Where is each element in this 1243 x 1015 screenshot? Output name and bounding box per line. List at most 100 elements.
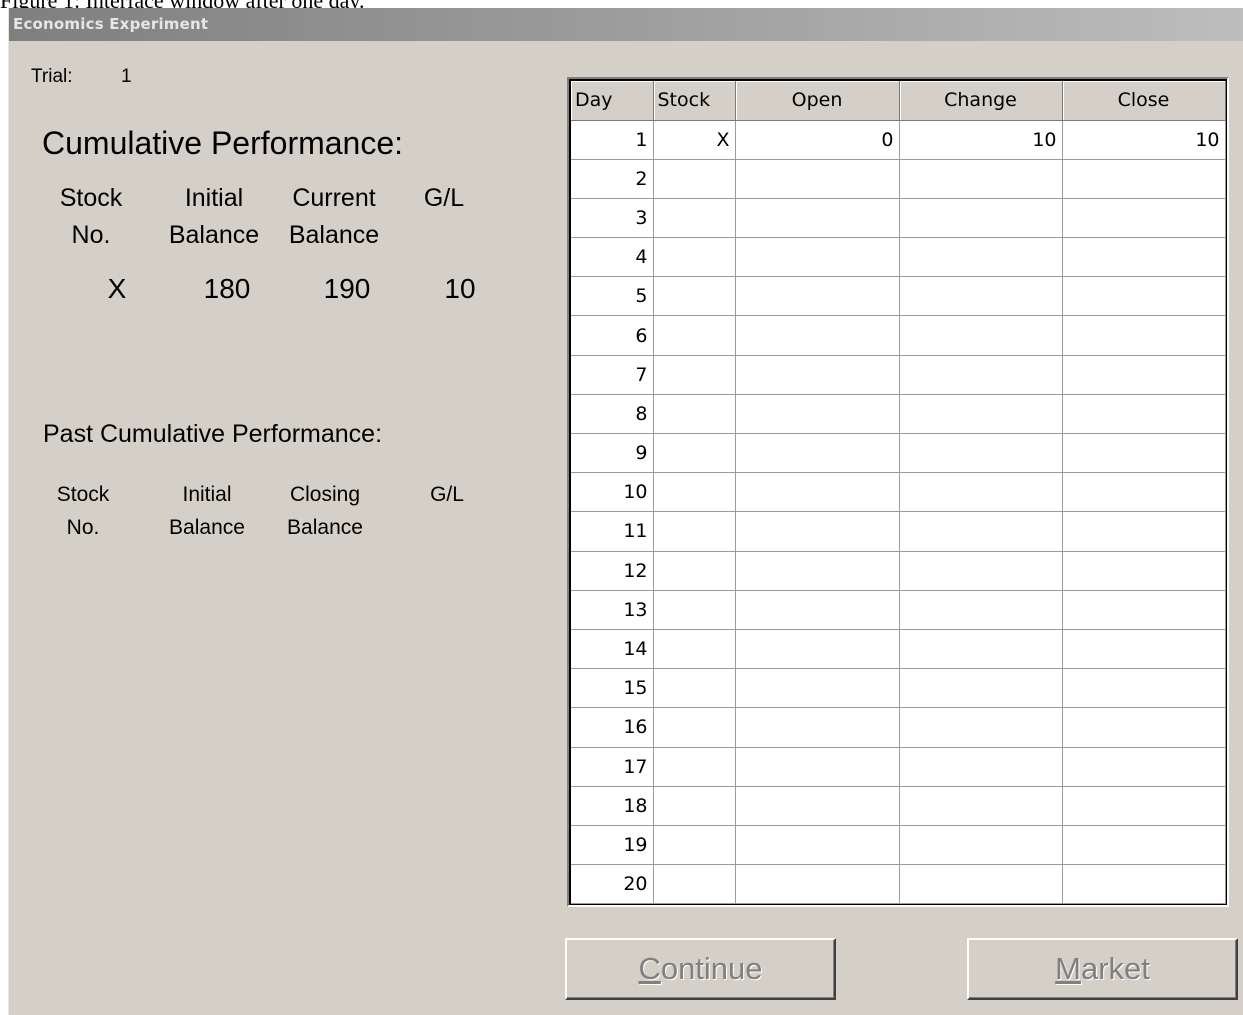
column-header-open[interactable]: Open — [735, 81, 900, 121]
cell-change[interactable] — [899, 511, 1063, 552]
cell-day[interactable]: 11 — [571, 511, 654, 552]
cell-stock[interactable] — [653, 394, 736, 435]
cell-stock[interactable] — [653, 590, 736, 630]
cell-close[interactable] — [1062, 355, 1226, 395]
cell-stock[interactable] — [653, 511, 736, 552]
cell-close[interactable] — [1062, 472, 1226, 513]
cell-change[interactable] — [899, 786, 1063, 826]
cell-day[interactable]: 4 — [571, 237, 654, 278]
cell-stock[interactable] — [653, 315, 736, 356]
cell-open[interactable] — [735, 747, 900, 787]
cell-open[interactable] — [735, 551, 900, 591]
cell-change[interactable] — [899, 864, 1063, 905]
market-button[interactable]: Market — [967, 938, 1238, 1000]
cell-day[interactable]: 10 — [571, 472, 654, 513]
cell-day[interactable]: 6 — [571, 315, 654, 356]
cell-day[interactable]: 1 — [571, 120, 654, 160]
column-header-close[interactable]: Close — [1062, 81, 1226, 121]
cell-day[interactable]: 5 — [571, 276, 654, 317]
cell-close[interactable] — [1062, 237, 1226, 278]
cell-close[interactable] — [1062, 551, 1226, 591]
cell-close[interactable] — [1062, 159, 1226, 199]
cell-change[interactable] — [899, 629, 1063, 670]
cell-change[interactable] — [899, 707, 1063, 748]
cell-close[interactable]: 10 — [1062, 120, 1226, 160]
cell-close[interactable] — [1062, 668, 1226, 709]
cell-change[interactable] — [899, 237, 1063, 278]
cell-open[interactable] — [735, 472, 900, 513]
cell-open[interactable] — [735, 825, 900, 866]
cell-close[interactable] — [1062, 786, 1226, 826]
cell-close[interactable] — [1062, 433, 1226, 474]
cell-change[interactable] — [899, 355, 1063, 395]
cell-close[interactable] — [1062, 511, 1226, 552]
cell-close[interactable] — [1062, 276, 1226, 317]
cell-close[interactable] — [1062, 394, 1226, 435]
cell-stock[interactable] — [653, 159, 736, 199]
cell-stock[interactable] — [653, 237, 736, 278]
cell-close[interactable] — [1062, 864, 1226, 905]
cell-open[interactable] — [735, 394, 900, 435]
cell-stock[interactable] — [653, 551, 736, 591]
cell-day[interactable]: 18 — [571, 786, 654, 826]
cell-open[interactable] — [735, 433, 900, 474]
cell-day[interactable]: 16 — [571, 707, 654, 748]
cell-change[interactable] — [899, 433, 1063, 474]
cell-open[interactable] — [735, 668, 900, 709]
cell-change[interactable] — [899, 159, 1063, 199]
cell-stock[interactable] — [653, 707, 736, 748]
cell-day[interactable]: 14 — [571, 629, 654, 670]
cell-stock[interactable] — [653, 433, 736, 474]
title-bar[interactable]: Economics Experiment — [9, 8, 1243, 41]
cell-day[interactable]: 8 — [571, 394, 654, 435]
cell-stock[interactable] — [653, 629, 736, 670]
cell-stock[interactable] — [653, 198, 736, 239]
cell-close[interactable] — [1062, 747, 1226, 787]
cell-change[interactable]: 10 — [899, 120, 1063, 160]
cell-change[interactable] — [899, 590, 1063, 630]
cell-day[interactable]: 17 — [571, 747, 654, 787]
cell-change[interactable] — [899, 668, 1063, 709]
cell-open[interactable] — [735, 355, 900, 395]
cell-change[interactable] — [899, 551, 1063, 591]
cell-close[interactable] — [1062, 825, 1226, 866]
cell-open[interactable] — [735, 159, 900, 199]
cell-close[interactable] — [1062, 590, 1226, 630]
cell-day[interactable]: 15 — [571, 668, 654, 709]
cell-change[interactable] — [899, 472, 1063, 513]
cell-change[interactable] — [899, 747, 1063, 787]
cell-day[interactable]: 9 — [571, 433, 654, 474]
cell-day[interactable]: 12 — [571, 551, 654, 591]
cell-stock[interactable] — [653, 825, 736, 866]
cell-stock[interactable] — [653, 864, 736, 905]
column-header-change[interactable]: Change — [899, 81, 1063, 121]
cell-change[interactable] — [899, 394, 1063, 435]
continue-button[interactable]: Continue — [565, 938, 836, 1000]
cell-open[interactable]: 0 — [735, 120, 900, 160]
column-header-day[interactable]: Day — [571, 81, 654, 121]
cell-open[interactable] — [735, 511, 900, 552]
cell-open[interactable] — [735, 786, 900, 826]
cell-open[interactable] — [735, 237, 900, 278]
cell-open[interactable] — [735, 707, 900, 748]
cell-change[interactable] — [899, 276, 1063, 317]
cell-change[interactable] — [899, 198, 1063, 239]
cell-open[interactable] — [735, 590, 900, 630]
cell-open[interactable] — [735, 315, 900, 356]
cell-close[interactable] — [1062, 198, 1226, 239]
cell-day[interactable]: 3 — [571, 198, 654, 239]
cell-close[interactable] — [1062, 707, 1226, 748]
cell-open[interactable] — [735, 198, 900, 239]
cell-day[interactable]: 7 — [571, 355, 654, 395]
cell-day[interactable]: 19 — [571, 825, 654, 866]
column-header-stock[interactable]: Stock — [653, 81, 736, 121]
cell-day[interactable]: 2 — [571, 159, 654, 199]
cell-change[interactable] — [899, 825, 1063, 866]
cell-stock[interactable] — [653, 668, 736, 709]
cell-close[interactable] — [1062, 629, 1226, 670]
cell-stock[interactable] — [653, 747, 736, 787]
stock-grid[interactable]: Day Stock Open Change Close 1 X 0 10 10 2 3 4 5 6… — [569, 79, 1227, 905]
cell-stock[interactable]: X — [653, 120, 736, 160]
cell-open[interactable] — [735, 629, 900, 670]
cell-open[interactable] — [735, 276, 900, 317]
